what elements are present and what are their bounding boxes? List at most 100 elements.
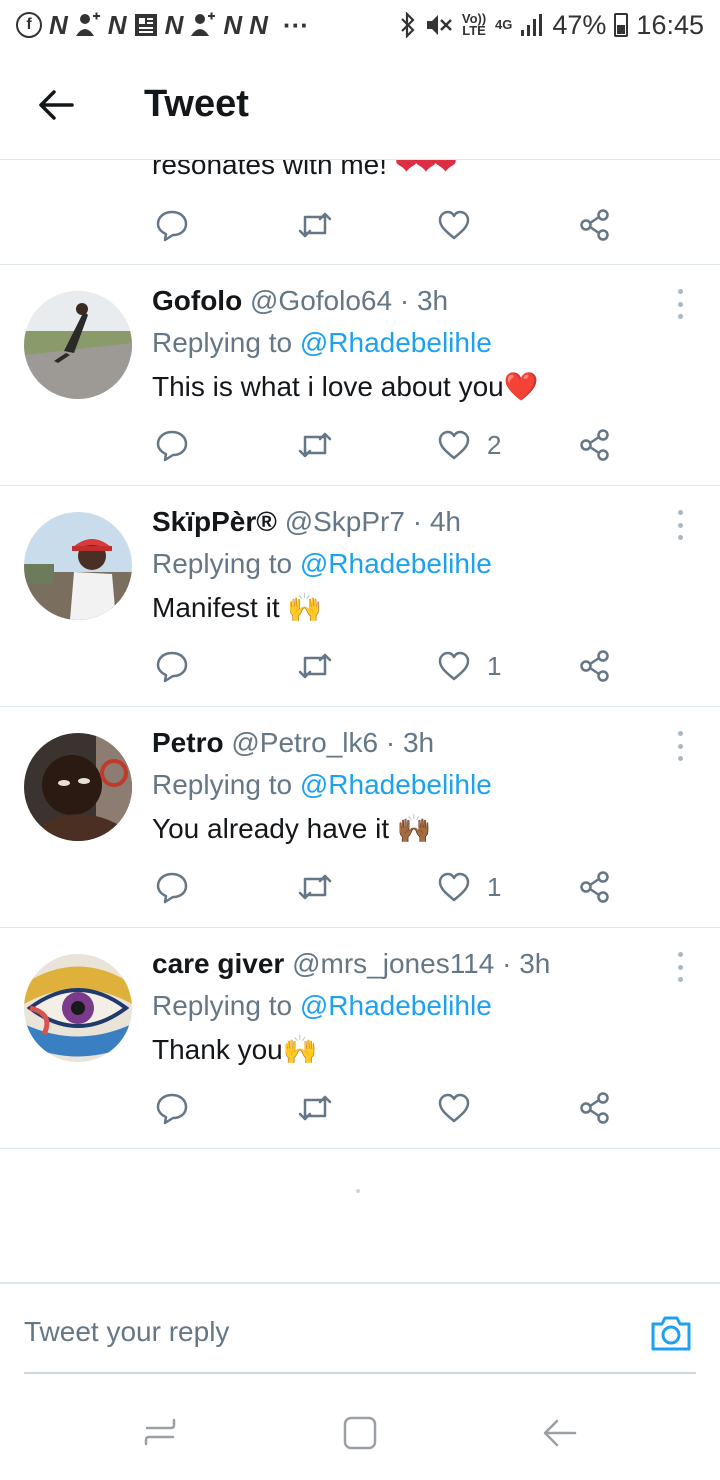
reply-button[interactable] [155, 646, 189, 686]
back-button[interactable] [26, 75, 86, 135]
like-button[interactable]: 1 [437, 646, 501, 686]
share-icon [580, 871, 609, 903]
system-nav-bar [0, 1392, 720, 1480]
reply-tweet[interactable]: SkïpPèr® @SkpPr7 · 4h Replying to @Rhade… [0, 486, 720, 707]
retweet-button[interactable] [297, 867, 333, 907]
tweet-actions [152, 205, 622, 245]
back-arrow-icon [39, 89, 74, 120]
clock: 16:45 [636, 9, 704, 40]
reply-button[interactable] [155, 425, 189, 465]
camera-button[interactable] [650, 1314, 692, 1357]
replying-to-handle[interactable]: @Rhadebelihle [300, 990, 492, 1021]
tweet-actions: 1 [152, 646, 622, 686]
reply-tweet[interactable]: care giver @mrs_jones114 · 3h Replying t… [0, 928, 720, 1149]
reply-icon [156, 872, 188, 904]
emoji: 🙌 [287, 592, 323, 623]
system-back-button[interactable] [541, 1414, 579, 1457]
replying-to-handle[interactable]: @Rhadebelihle [300, 548, 492, 579]
share-button[interactable] [578, 425, 612, 465]
like-button[interactable]: 2 [437, 425, 501, 465]
system-icons: Vo)) LTE 4G 47% 16:45 [399, 10, 704, 41]
page-title: Tweet [144, 83, 249, 125]
emoji: 🙌🏾 [396, 813, 432, 844]
reply-tweet[interactable]: Petro @Petro_lk6 · 3h Replying to @Rhade… [0, 707, 720, 928]
reply-feed[interactable]: resonates with me! ❤❤❤ Gofolo @Gofolo64 [0, 160, 720, 1193]
avatar[interactable] [24, 733, 132, 841]
user-handle[interactable]: @mrs_jones114 [292, 948, 494, 979]
replying-to-handle[interactable]: @Rhadebelihle [300, 769, 492, 800]
retweet-button[interactable] [297, 1088, 333, 1128]
avatar[interactable] [24, 291, 132, 399]
partial-tweet[interactable]: resonates with me! ❤❤❤ [0, 160, 720, 265]
tweet-text: You already have it 🙌🏾 [152, 813, 432, 844]
share-icon [580, 1092, 609, 1124]
tweet-actions: 1 [152, 867, 622, 907]
display-name[interactable]: Petro [152, 727, 224, 758]
loading-indicator [356, 1189, 360, 1193]
user-handle[interactable]: @Petro_lk6 [231, 727, 378, 758]
tweet-actions [152, 1088, 622, 1128]
share-button[interactable] [578, 646, 612, 686]
tweet-header: Gofolo @Gofolo64 · 3h [152, 285, 448, 317]
avatar[interactable] [24, 954, 132, 1062]
like-button[interactable]: 1 [437, 867, 501, 907]
retweet-button[interactable] [297, 646, 333, 686]
display-name[interactable]: Gofolo [152, 285, 242, 316]
display-name[interactable]: SkïpPèr® [152, 506, 277, 537]
user-handle[interactable]: @SkpPr7 [285, 506, 405, 537]
tweet-header: care giver @mrs_jones114 · 3h [152, 948, 550, 980]
more-options-icon[interactable] [674, 289, 686, 319]
notification-n-icon: N [49, 9, 68, 40]
heart-icon [438, 651, 470, 681]
like-count: 1 [487, 650, 502, 681]
like-button[interactable] [437, 1088, 487, 1128]
reply-button[interactable] [155, 205, 189, 245]
reply-tweet[interactable]: Gofolo @Gofolo64 · 3h Replying to @Rhade… [0, 265, 720, 486]
replying-to-handle[interactable]: @Rhadebelihle [300, 327, 492, 358]
like-count: 1 [487, 871, 502, 902]
retweet-icon [298, 212, 332, 238]
notification-n-icon: N [223, 9, 243, 40]
more-options-icon[interactable] [674, 952, 686, 982]
retweet-button[interactable] [297, 425, 333, 465]
display-name[interactable]: care giver [152, 948, 284, 979]
reply-input[interactable]: Tweet your reply [24, 1316, 229, 1348]
share-icon [580, 209, 609, 241]
share-button[interactable] [578, 867, 612, 907]
replying-to: Replying to @Rhadebelihle [152, 769, 492, 800]
retweet-icon [298, 1095, 332, 1121]
add-friend-icon [191, 12, 216, 36]
share-icon [580, 650, 609, 682]
tweet-text: resonates with me! ❤❤❤ [152, 160, 457, 181]
avatar[interactable] [24, 512, 132, 620]
home-button[interactable] [341, 1414, 379, 1457]
battery-icon [614, 13, 629, 37]
recent-apps-button[interactable] [141, 1414, 179, 1457]
like-button[interactable] [437, 205, 471, 245]
reply-button[interactable] [155, 867, 189, 907]
app-header: Tweet [0, 50, 720, 160]
more-options-icon[interactable] [674, 510, 686, 540]
emoji: ❤️ [503, 371, 539, 402]
notification-icons: f N N N N N ··· [16, 10, 309, 41]
share-button[interactable] [578, 1088, 612, 1128]
reply-button[interactable] [155, 1088, 189, 1128]
reply-icon [156, 651, 188, 683]
reply-icon [156, 210, 188, 242]
tweet-time: · 3h [502, 948, 551, 979]
emoji: 🙌 [282, 1034, 318, 1065]
back-icon [543, 1419, 577, 1447]
share-button[interactable] [578, 205, 612, 245]
retweet-button[interactable] [297, 205, 333, 245]
tweet-header: Petro @Petro_lk6 · 3h [152, 727, 434, 759]
notification-n-icon: N [107, 9, 127, 40]
input-underline [24, 1372, 696, 1374]
replying-to: Replying to @Rhadebelihle [152, 990, 492, 1021]
reply-icon [156, 430, 188, 462]
recent-apps-icon [144, 1418, 176, 1446]
more-options-icon[interactable] [674, 731, 686, 761]
user-handle[interactable]: @Gofolo64 [250, 285, 392, 316]
tweet-actions: 2 [152, 425, 622, 465]
tweet-text: Manifest it 🙌 [152, 592, 323, 623]
camera-icon [651, 1316, 691, 1351]
